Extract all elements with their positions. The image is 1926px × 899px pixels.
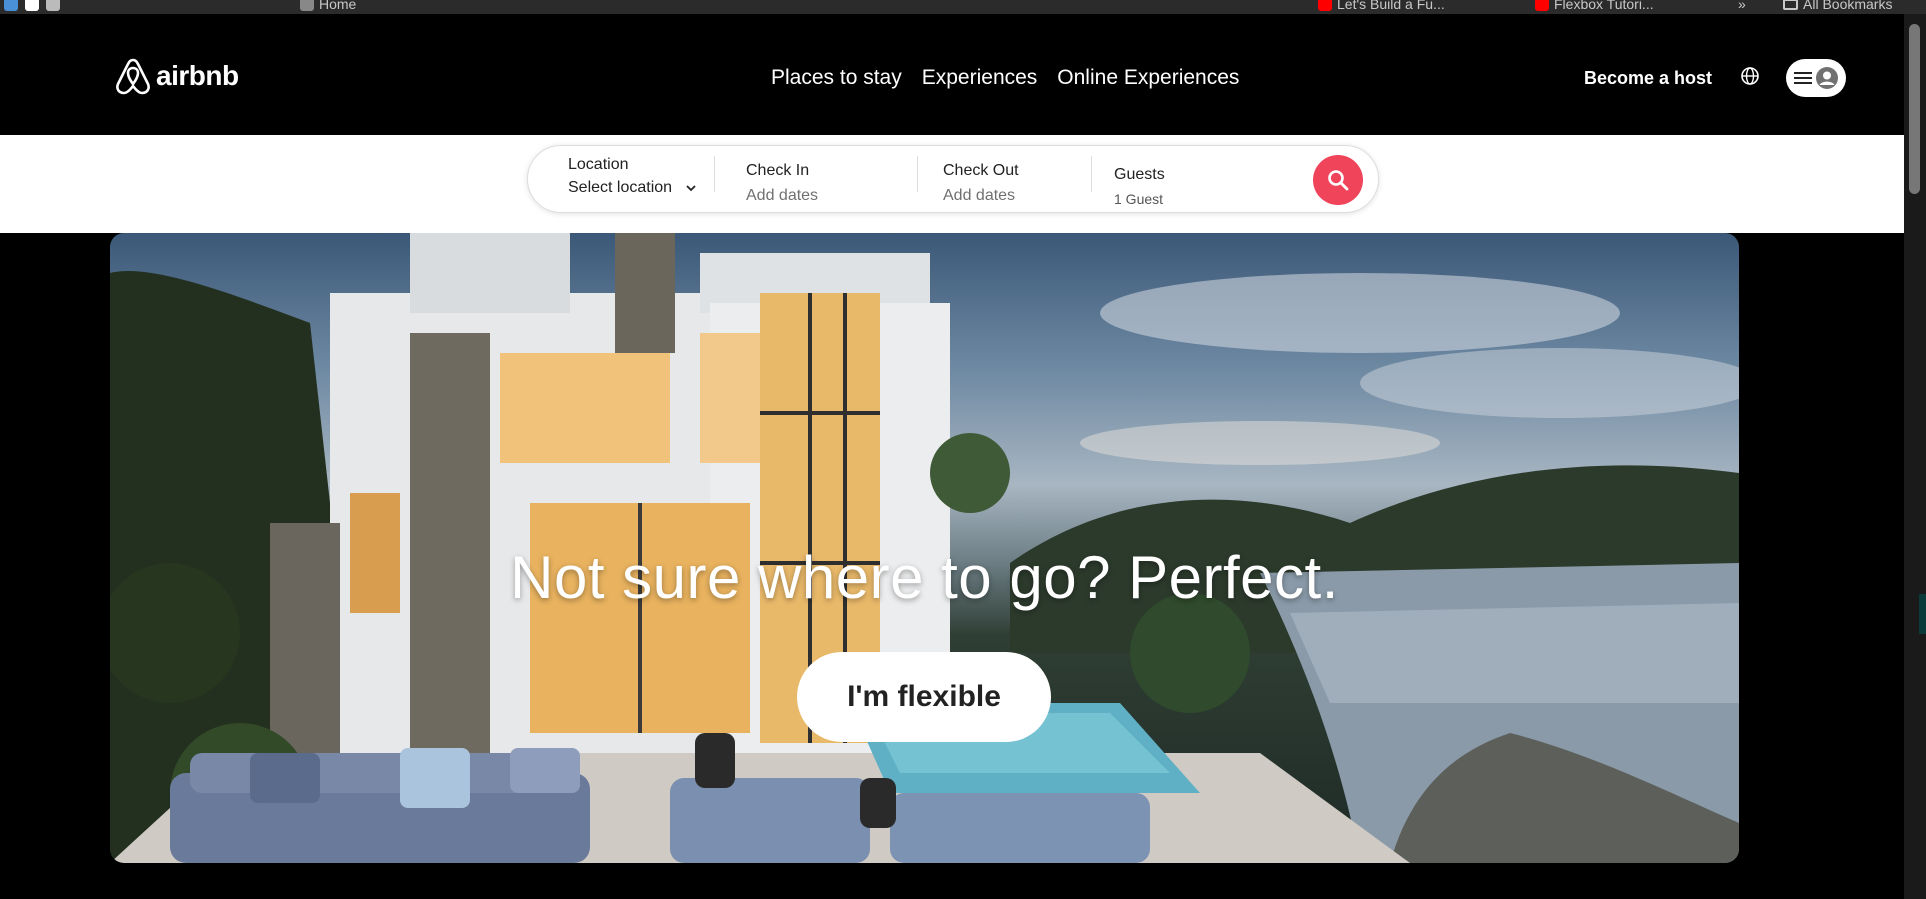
- all-bookmarks-button[interactable]: All Bookmarks: [1783, 0, 1893, 12]
- check-in-label: Check In: [746, 162, 810, 179]
- bookmark-favicon[interactable]: [4, 0, 18, 11]
- location-select[interactable]: Select location: [568, 179, 696, 197]
- check-out-placeholder: Add dates: [943, 187, 1016, 204]
- logo-wordmark: airbnb: [156, 60, 239, 91]
- nav-online-experiences[interactable]: Online Experiences: [1057, 66, 1239, 90]
- main-nav: Places to stay Experiences Online Experi…: [771, 66, 1239, 90]
- location-label: Location: [568, 156, 629, 173]
- hamburger-menu-icon: [1794, 72, 1812, 84]
- field-divider: [917, 156, 918, 192]
- bookmark-home[interactable]: Home: [300, 0, 357, 12]
- folder-icon: [1783, 0, 1798, 10]
- hero-banner: Not sure where to go? Perfect. I'm flexi…: [110, 233, 1739, 863]
- bookmark-favicon[interactable]: [46, 0, 60, 11]
- airbnb-logo-icon: [116, 58, 150, 95]
- edge-decoration: [1919, 594, 1926, 634]
- hero-title: Not sure where to go? Perfect.: [510, 544, 1339, 611]
- home-favicon-icon: [300, 0, 314, 11]
- field-divider: [714, 156, 715, 192]
- all-bookmarks-label: All Bookmarks: [1803, 0, 1893, 12]
- bookmark-favicon[interactable]: [25, 0, 39, 11]
- check-in-placeholder: Add dates: [746, 187, 819, 204]
- bookmark-label: Flexbox Tutori...: [1554, 0, 1654, 12]
- user-menu-button[interactable]: [1786, 59, 1846, 97]
- bookmark-label: Let's Build a Fu...: [1337, 0, 1445, 12]
- search-bar: Location Select location Check In Add da…: [527, 145, 1379, 213]
- im-flexible-button[interactable]: I'm flexible: [797, 652, 1051, 742]
- guests-value: 1 Guest: [1114, 191, 1164, 207]
- location-field[interactable]: Location Select location: [528, 146, 714, 214]
- nav-experiences[interactable]: Experiences: [922, 66, 1038, 90]
- bookmarks-overflow-button[interactable]: »: [1738, 0, 1746, 12]
- scrollbar-thumb[interactable]: [1909, 24, 1920, 194]
- chevron-down-icon: [686, 184, 696, 191]
- check-out-label: Check Out: [943, 162, 1019, 179]
- bookmark-lets-build[interactable]: Let's Build a Fu...: [1318, 0, 1445, 12]
- airbnb-logo-link[interactable]: airbnb: [114, 56, 239, 96]
- bookmark-favicons: [4, 0, 60, 11]
- youtube-favicon-icon: [1318, 0, 1332, 11]
- become-a-host-link[interactable]: Become a host: [1584, 68, 1712, 89]
- search-button[interactable]: [1313, 155, 1363, 205]
- guests-label: Guests: [1114, 166, 1165, 183]
- guests-field[interactable]: Guests 1 Guest: [1095, 146, 1305, 214]
- overflow-chevron-icon: »: [1738, 0, 1746, 12]
- location-select-value: Select location: [568, 179, 673, 196]
- youtube-favicon-icon: [1535, 0, 1549, 11]
- field-divider: [1091, 156, 1092, 192]
- bookmarks-bar: Home Let's Build a Fu... Flexbox Tutori.…: [0, 0, 1926, 14]
- bookmark-label: Home: [319, 0, 357, 12]
- user-avatar-icon: [1816, 67, 1838, 89]
- search-icon: [1328, 170, 1349, 191]
- search-band: Location Select location Check In Add da…: [0, 135, 1904, 233]
- globe-icon[interactable]: [1740, 66, 1760, 86]
- nav-places-to-stay[interactable]: Places to stay: [771, 66, 902, 90]
- check-in-field[interactable]: Check In Add dates: [718, 146, 893, 214]
- check-out-field[interactable]: Check Out Add dates: [921, 146, 1091, 214]
- bookmark-flexbox[interactable]: Flexbox Tutori...: [1535, 0, 1654, 12]
- top-navbar: airbnb Places to stay Experiences Online…: [0, 14, 1904, 135]
- page-scrollbar[interactable]: [1904, 14, 1926, 899]
